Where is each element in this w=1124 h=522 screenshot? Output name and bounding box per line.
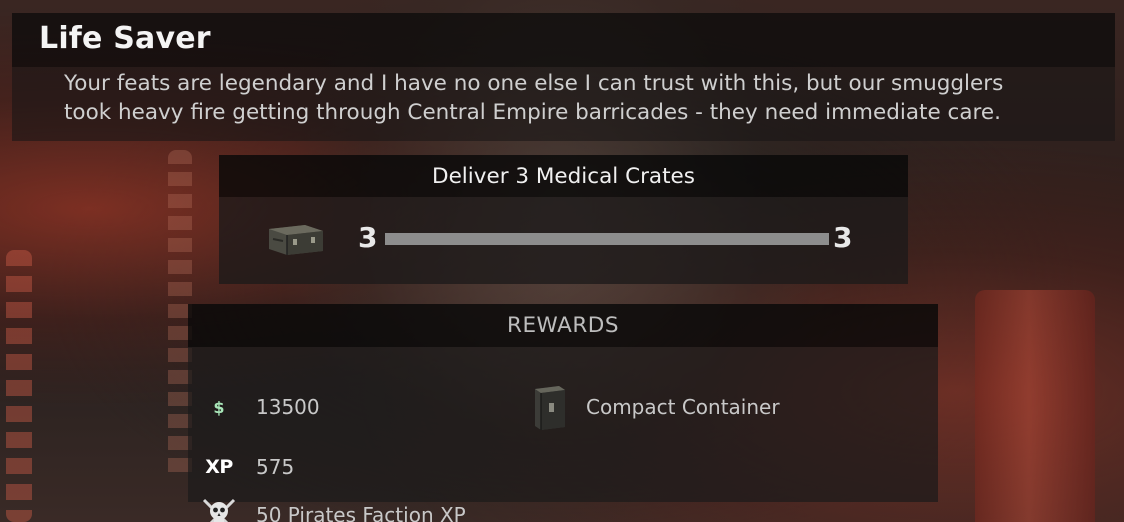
- mission-title-bar: Life Saver: [12, 13, 1115, 67]
- reward-money-amount: 13500: [256, 395, 320, 419]
- pirates-faction-icon: [196, 496, 242, 522]
- rewards-header: REWARDS: [188, 304, 938, 347]
- objective-progress-fill: [385, 233, 829, 245]
- objective-header: Deliver 3 Medical Crates: [219, 155, 908, 197]
- rewards-title: REWARDS: [507, 313, 619, 338]
- objective-body: 3 3: [219, 197, 908, 284]
- reward-item: Compact Container: [526, 383, 780, 431]
- background-barrel: [975, 290, 1095, 522]
- objective-panel: Deliver 3 Medical Crates 3 3: [219, 155, 908, 284]
- reward-money: $ 13500: [196, 395, 320, 419]
- reward-faction-xp-text: 50 Pirates Faction XP: [256, 503, 466, 522]
- objective-target-count: 3: [833, 221, 853, 254]
- mission-description-box: Your feats are legendary and I have no o…: [12, 67, 1115, 141]
- reward-item-name: Compact Container: [586, 395, 780, 419]
- compact-container-icon: [526, 383, 572, 431]
- objective-current-count: 3: [358, 221, 378, 254]
- objective-title: Deliver 3 Medical Crates: [432, 163, 695, 189]
- objective-progress-bar: [385, 233, 829, 245]
- rewards-panel: REWARDS $ 13500 XP 575 50 Pirates Factio…: [188, 304, 938, 522]
- medical-crate-icon: [269, 225, 323, 255]
- money-icon: $: [213, 397, 225, 417]
- reward-faction-xp: 50 Pirates Faction XP: [196, 496, 466, 522]
- mission-description: Your feats are legendary and I have no o…: [64, 71, 1004, 125]
- background-chain: [6, 250, 32, 522]
- reward-xp-amount: 575: [256, 455, 295, 479]
- reward-xp: XP 575: [196, 455, 294, 479]
- mission-title: Life Saver: [39, 21, 211, 56]
- xp-icon: XP: [205, 456, 233, 478]
- rewards-body: $ 13500 XP 575 50 Pirates Faction XP Com…: [188, 347, 938, 522]
